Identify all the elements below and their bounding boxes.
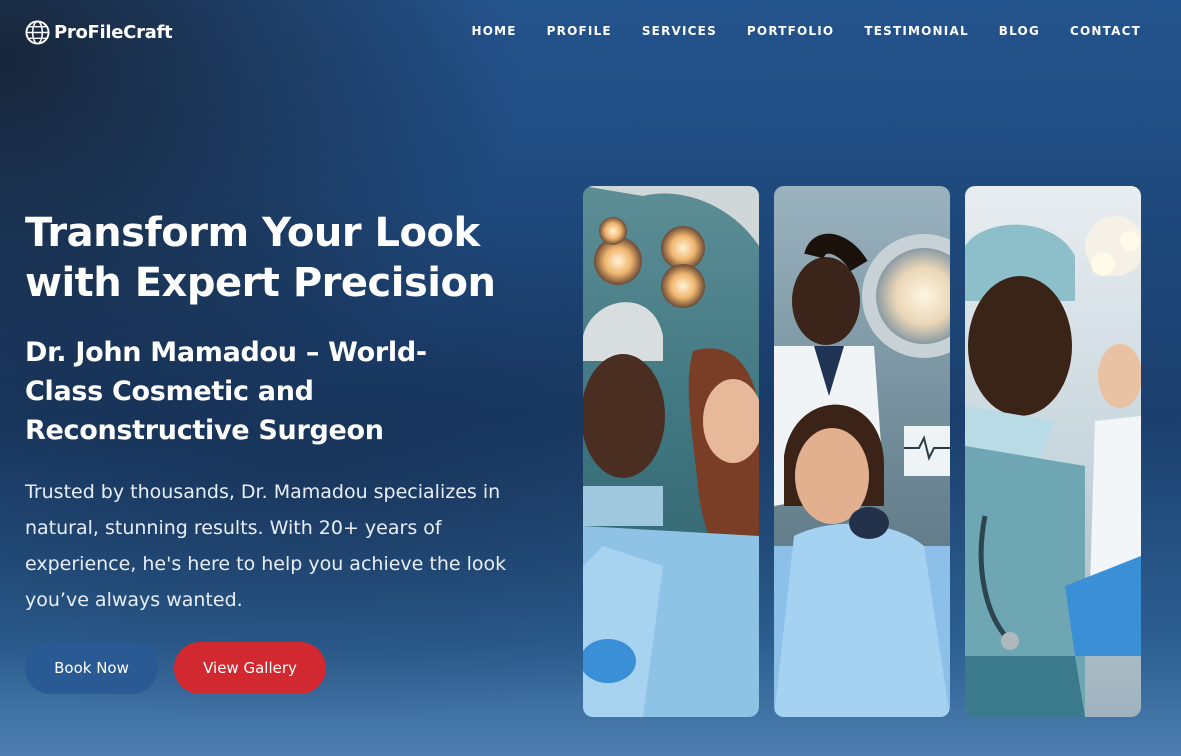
nav-contact[interactable]: CONTACT (1070, 24, 1141, 38)
gallery-photo-1 (583, 186, 759, 717)
hero-subtitle: Dr. John Mamadou – World-Class Cosmetic … (25, 337, 427, 446)
nav-home[interactable]: HOME (471, 24, 516, 38)
gallery-photo-2 (774, 186, 950, 717)
nav-profile[interactable]: PROFILE (547, 24, 612, 38)
brand-logo[interactable]: ProFileCraft (25, 19, 173, 45)
hero-description: Trusted by thousands, Dr. Mamadou specia… (25, 481, 507, 611)
nav-blog[interactable]: BLOG (999, 24, 1040, 38)
book-now-button[interactable]: Book Now (25, 642, 158, 694)
brand-name: ProFileCraft (54, 21, 173, 43)
hero-title: Transform Your Look with Expert Precisio… (25, 210, 496, 306)
nav-testimonial[interactable]: TESTIMONIAL (864, 24, 968, 38)
top-navigation-bar: ProFileCraft HOME PROFILE SERVICES PORTF… (0, 0, 1181, 64)
nav-portfolio[interactable]: PORTFOLIO (747, 24, 834, 38)
nav-services[interactable]: SERVICES (642, 24, 717, 38)
gallery-photo-3 (965, 186, 1141, 717)
view-gallery-button[interactable]: View Gallery (174, 642, 326, 694)
globe-icon (25, 19, 50, 45)
main-nav: HOME PROFILE SERVICES PORTFOLIO TESTIMON… (471, 24, 1141, 38)
